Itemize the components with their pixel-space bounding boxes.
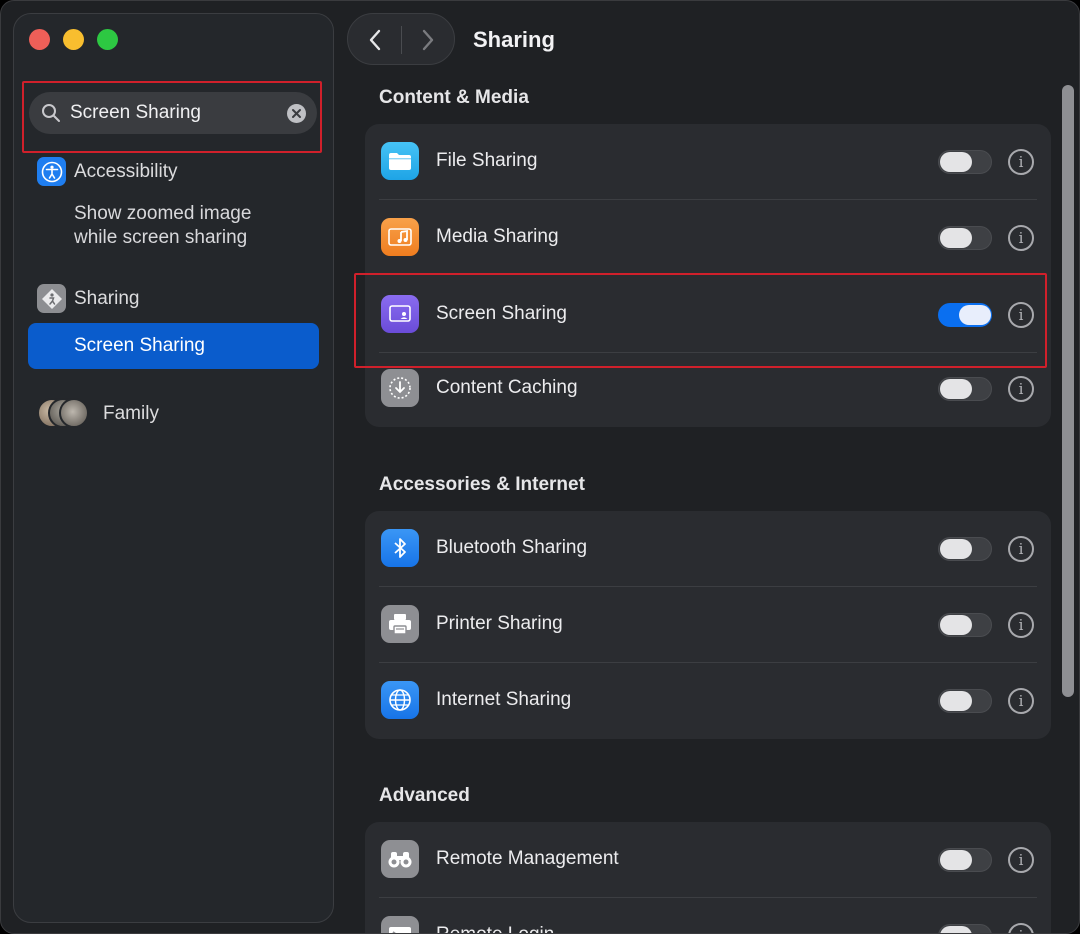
navigation-buttons [347,13,455,65]
accessories-internet-group: Bluetooth Sharing i Printer Sharing i In… [365,511,1051,739]
search-highlight-box [22,81,322,153]
row-remote-login[interactable]: Remote Login i [365,898,1051,933]
zoom-window-button[interactable] [97,29,118,50]
info-icon[interactable]: i [1008,376,1034,402]
row-label: Bluetooth Sharing [436,537,588,558]
back-button[interactable] [360,27,390,53]
forward-button[interactable] [413,27,443,53]
folder-icon [381,142,419,180]
remote-management-toggle[interactable] [938,848,992,872]
section-title-accessories-internet: Accessories & Internet [379,474,585,495]
sidebar-item-family[interactable]: Family [37,398,159,430]
remote-login-toggle[interactable] [938,924,992,933]
row-bluetooth-sharing[interactable]: Bluetooth Sharing i [365,511,1051,587]
sidebar-subresult-zoom[interactable]: Show zoomed image while screen sharing [74,202,251,250]
row-label: Media Sharing [436,226,559,247]
row-internet-sharing[interactable]: Internet Sharing i [365,663,1051,739]
subresult-line: Show zoomed image [74,203,252,224]
file-sharing-toggle[interactable] [938,150,992,174]
info-icon[interactable]: i [1008,688,1034,714]
info-icon[interactable]: i [1008,923,1034,933]
advanced-group: Remote Management i Remote Login i [365,822,1051,933]
accessibility-icon [37,157,66,186]
family-avatars [37,398,89,430]
bluetooth-sharing-toggle[interactable] [938,537,992,561]
screen-sharing-highlight-box [354,273,1047,368]
content-caching-toggle[interactable] [938,377,992,401]
minimize-window-button[interactable] [63,29,84,50]
nav-divider [401,26,402,54]
row-label: Internet Sharing [436,689,572,710]
row-media-sharing[interactable]: Media Sharing i [365,200,1051,276]
row-label: File Sharing [436,150,538,171]
printer-sharing-toggle[interactable] [938,613,992,637]
page-title: Sharing [473,27,555,52]
sidebar-item-accessibility[interactable]: Accessibility [37,157,177,186]
row-label: Content Caching [436,377,578,398]
download-icon [381,369,419,407]
chevron-right-icon [422,29,434,51]
binoculars-icon [381,840,419,878]
section-title-advanced: Advanced [379,785,470,806]
subresult-line: while screen sharing [74,227,248,248]
sidebar-item-label: Accessibility [74,160,178,182]
info-icon[interactable]: i [1008,536,1034,562]
row-printer-sharing[interactable]: Printer Sharing i [365,587,1051,663]
media-sharing-toggle[interactable] [938,226,992,250]
row-label: Printer Sharing [436,613,563,634]
terminal-icon [381,916,419,933]
row-file-sharing[interactable]: File Sharing i [365,124,1051,200]
section-title-content-media: Content & Media [379,87,529,108]
internet-sharing-toggle[interactable] [938,689,992,713]
row-label: Remote Login [436,924,554,933]
chevron-left-icon [369,29,381,51]
info-icon[interactable]: i [1008,225,1034,251]
sidebar-item-label: Sharing [74,287,140,309]
info-icon[interactable]: i [1008,149,1034,175]
bluetooth-icon [381,529,419,567]
sharing-icon [37,284,66,313]
info-icon[interactable]: i [1008,612,1034,638]
info-icon[interactable]: i [1008,847,1034,873]
system-settings-window: Screen Sharing Accessibility Show zoomed… [0,0,1080,934]
sidebar-item-label: Screen Sharing [74,335,205,356]
row-label: Remote Management [436,848,619,869]
row-remote-management[interactable]: Remote Management i [365,822,1051,898]
music-icon [381,218,419,256]
printer-icon [381,605,419,643]
sidebar-item-sharing[interactable]: Sharing [37,284,140,313]
scrollbar-thumb[interactable] [1062,85,1074,697]
close-window-button[interactable] [29,29,50,50]
sidebar-item-screen-sharing-selected[interactable]: Screen Sharing [28,323,319,369]
sidebar-item-label: Family [103,403,159,424]
globe-icon [381,681,419,719]
